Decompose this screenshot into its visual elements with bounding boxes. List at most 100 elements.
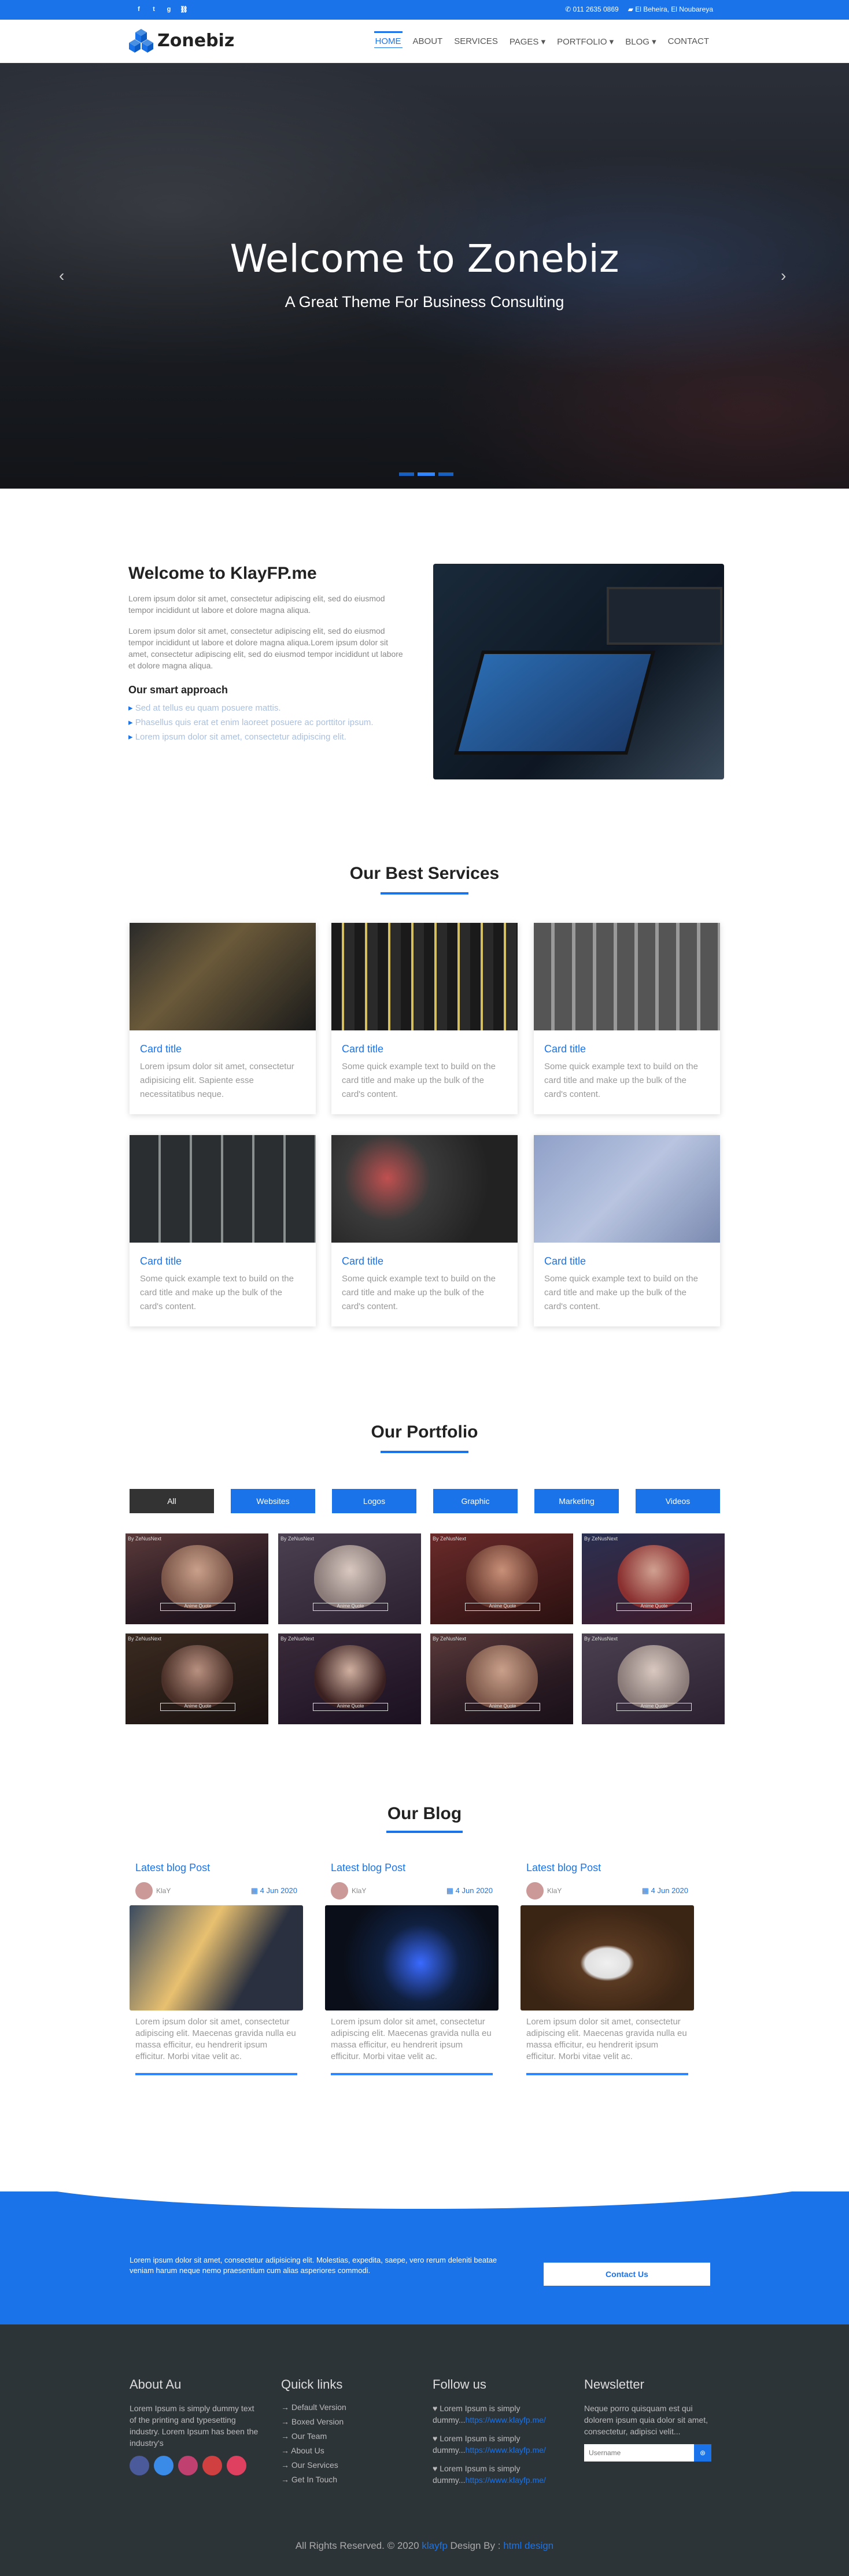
copyright: All Rights Reserved. © 2020 klayfp Desig… (0, 2540, 849, 2552)
send-icon[interactable]: ⊛ (694, 2444, 711, 2462)
nav-blog[interactable]: BLOG ▾ (619, 20, 662, 63)
tweet-link[interactable]: https://www.klayfp.me/ (466, 2475, 546, 2485)
service-card[interactable]: Card title Some quick example text to bu… (534, 923, 720, 1114)
blog-image[interactable] (130, 1905, 303, 2010)
portfolio-item[interactable]: By ZeNusNext Anime Quote (430, 1633, 573, 1724)
card-image (130, 923, 316, 1030)
dribbble-icon[interactable] (227, 2456, 246, 2475)
nav-pages[interactable]: PAGES ▾ (504, 20, 551, 63)
portfolio-item[interactable]: By ZeNusNext Anime Quote (430, 1533, 573, 1624)
card-text: Lorem ipsum dolor sit amet, consectetur … (140, 1062, 294, 1099)
tile-tag: By ZeNusNext (433, 1536, 467, 1542)
blog-post[interactable]: Latest blog Post KlaY ▦ 4 Jun 2020 Lorem… (130, 1862, 303, 2075)
filter-videos[interactable]: Videos (636, 1489, 720, 1513)
card-title[interactable]: Card title (140, 1255, 316, 1267)
filter-graphic[interactable]: Graphic (433, 1489, 518, 1513)
blog-underline (526, 2073, 688, 2075)
nav-contact[interactable]: CONTACT (662, 20, 715, 63)
tile-caption: Anime Quote (465, 1703, 540, 1711)
footer-link[interactable]: Get In Touch (281, 2472, 414, 2487)
google-plus-icon[interactable] (202, 2456, 222, 2475)
footer-link[interactable]: Our Services (281, 2458, 414, 2472)
tweet-link[interactable]: https://www.klayfp.me/ (466, 2415, 546, 2425)
tweet: ♥ Lorem Ipsum is simply dummy...https://… (433, 2403, 566, 2426)
tile-caption: Anime Quote (617, 1703, 692, 1711)
phone-text: 011 2635 0869 (573, 5, 619, 13)
copyright-brand-link[interactable]: klayfp (422, 2540, 447, 2551)
blog-post-title[interactable]: Latest blog Post (331, 1862, 499, 1874)
calendar-icon: ▦ (641, 1886, 651, 1895)
portfolio-item[interactable]: By ZeNusNext Anime Quote (582, 1633, 725, 1724)
nav-portfolio[interactable]: PORTFOLIO ▾ (551, 20, 619, 63)
portfolio-item[interactable]: By ZeNusNext Anime Quote (582, 1533, 725, 1624)
portfolio-item[interactable]: By ZeNusNext Anime Quote (125, 1533, 268, 1624)
service-card[interactable]: Card title Some quick example text to bu… (130, 1135, 316, 1326)
card-text: Some quick example text to build on the … (544, 1062, 698, 1099)
nav-menu: HOME ABOUT SERVICES PAGES ▾ PORTFOLIO ▾ … (370, 20, 715, 63)
designer-link[interactable]: html design (503, 2540, 553, 2551)
filter-logos[interactable]: Logos (332, 1489, 416, 1513)
avatar (135, 1882, 153, 1899)
contact-us-button[interactable]: Contact Us (544, 2263, 710, 2286)
filter-all[interactable]: All (130, 1489, 214, 1513)
card-title[interactable]: Card title (342, 1255, 518, 1267)
slider-dot[interactable] (399, 472, 414, 476)
portfolio-item[interactable]: By ZeNusNext Anime Quote (125, 1633, 268, 1724)
avatar (331, 1882, 348, 1899)
card-title[interactable]: Card title (544, 1043, 720, 1055)
nav-services[interactable]: SERVICES (448, 20, 504, 63)
filter-websites[interactable]: Websites (231, 1489, 315, 1513)
portfolio-image (314, 1545, 386, 1609)
slider-dot[interactable] (438, 472, 453, 476)
instagram-icon[interactable] (178, 2456, 198, 2475)
tile-tag: By ZeNusNext (433, 1636, 467, 1642)
blog-image[interactable] (521, 1905, 694, 2010)
nav-about[interactable]: ABOUT (407, 20, 449, 63)
footer-link[interactable]: Boxed Version (281, 2415, 414, 2429)
blog-title: Our Blog (387, 1804, 462, 1823)
card-title[interactable]: Card title (342, 1043, 518, 1055)
twitter-icon[interactable] (154, 2456, 174, 2475)
slider-next-icon[interactable]: › (781, 267, 786, 285)
blog-underline (331, 2073, 493, 2075)
service-card[interactable]: Card title Some quick example text to bu… (331, 1135, 518, 1326)
slider-prev-icon[interactable]: ‹ (59, 267, 64, 285)
card-title[interactable]: Card title (140, 1043, 316, 1055)
blog-excerpt: Lorem ipsum dolor sit amet, consectetur … (135, 2017, 296, 2061)
hero-slider: Welcome to Zonebiz A Great Theme For Bus… (0, 63, 849, 489)
link-icon[interactable]: ⛓ (179, 5, 189, 14)
facebook-icon[interactable]: f (134, 5, 143, 14)
twitter-icon[interactable]: t (149, 5, 158, 14)
blog-image[interactable] (325, 1905, 499, 2010)
facebook-icon[interactable] (130, 2456, 149, 2475)
date-text: 4 Jun 2020 (455, 1886, 493, 1895)
blog-post[interactable]: Latest blog Post KlaY ▦ 4 Jun 2020 Lorem… (521, 1862, 694, 2075)
portfolio-image (618, 1645, 689, 1709)
blog-post[interactable]: Latest blog Post KlaY ▦ 4 Jun 2020 Lorem… (325, 1862, 499, 2075)
tweet-link[interactable]: https://www.klayfp.me/ (466, 2445, 546, 2455)
nav-home[interactable]: HOME (370, 20, 407, 63)
service-card[interactable]: Card title Lorem ipsum dolor sit amet, c… (130, 923, 316, 1114)
blog-post-title[interactable]: Latest blog Post (135, 1862, 303, 1874)
card-title[interactable]: Card title (544, 1255, 720, 1267)
google-icon[interactable]: g (164, 5, 174, 14)
portfolio-item[interactable]: By ZeNusNext Anime Quote (278, 1533, 421, 1624)
footer-link[interactable]: Default Version (281, 2400, 414, 2415)
slider-dot-active[interactable] (418, 472, 435, 476)
newsletter-username-input[interactable] (584, 2444, 694, 2462)
tweet: ♥ Lorem Ipsum is simply dummy...https://… (433, 2433, 566, 2456)
service-card[interactable]: Card title Some quick example text to bu… (534, 1135, 720, 1326)
footer-link[interactable]: About Us (281, 2444, 414, 2458)
service-card[interactable]: Card title Some quick example text to bu… (331, 923, 518, 1114)
filter-marketing[interactable]: Marketing (534, 1489, 619, 1513)
twitter-icon: ♥ (433, 2464, 440, 2473)
main-navbar: Zonebiz HOME ABOUT SERVICES PAGES ▾ PORT… (0, 20, 849, 63)
title-underline (381, 1451, 468, 1453)
blog-post-title[interactable]: Latest blog Post (526, 1862, 694, 1874)
author: KlaY (331, 1882, 366, 1899)
phone-icon: ✆ (565, 5, 573, 13)
site-logo[interactable]: Zonebiz (128, 28, 234, 53)
top-bar: f t g ⛓ ✆ 011 2635 0869 ▰ El Beheira, El… (0, 0, 849, 20)
footer-link[interactable]: Our Team (281, 2429, 414, 2444)
portfolio-item[interactable]: By ZeNusNext Anime Quote (278, 1633, 421, 1724)
